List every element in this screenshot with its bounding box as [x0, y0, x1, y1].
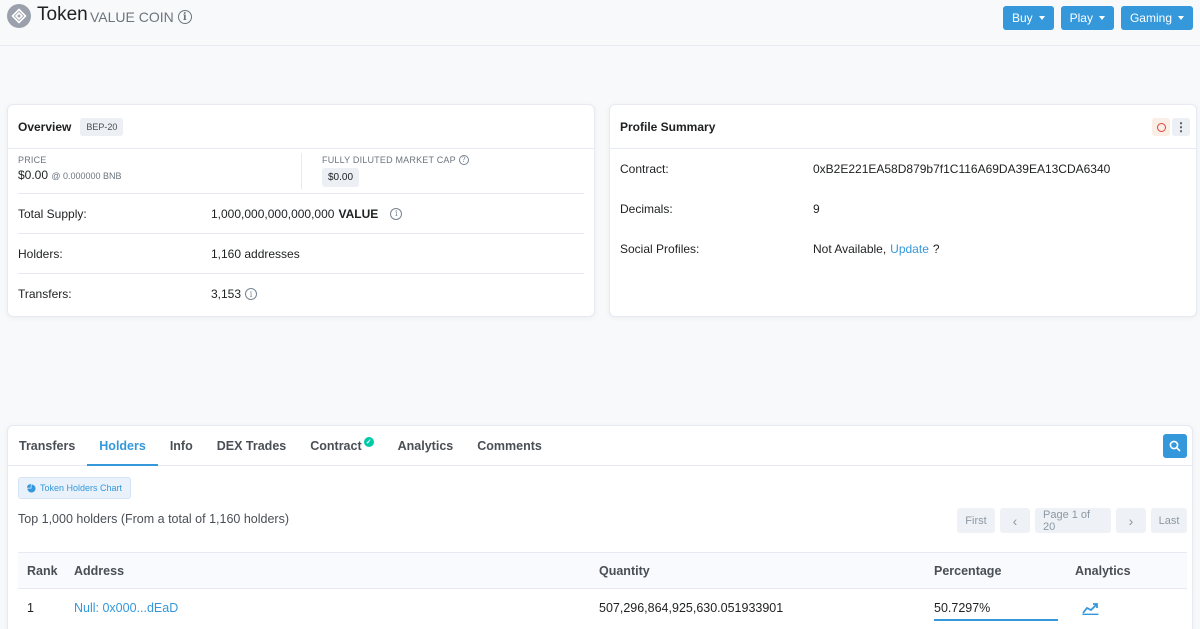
total-supply-row: Total Supply: 1,000,000,000,000,000 VALU…: [18, 194, 584, 234]
tab-bar: Transfers Holders Info DEX Trades Contra…: [8, 426, 1192, 466]
tab-holders[interactable]: Holders: [87, 426, 158, 466]
pagination: First ‹ Page 1 of 20 › Last: [957, 508, 1187, 533]
profile-summary-title: Profile Summary: [620, 119, 716, 134]
contract-address-link[interactable]: 0xB2E221EA58D879b7f1C116A69DA39EA13CDA63…: [813, 162, 1110, 176]
prev-page-button[interactable]: ‹: [1000, 508, 1030, 533]
gaming-label: Gaming: [1129, 11, 1172, 25]
status-button[interactable]: [1152, 118, 1170, 136]
holders-summary: Top 1,000 holders (From a total of 1,160…: [18, 512, 289, 526]
market-cap-label: FULLY DILUTED MARKET CAP: [322, 155, 456, 165]
price-label: PRICE: [18, 155, 47, 165]
buy-label: Buy: [1011, 11, 1033, 25]
question-icon[interactable]: ?: [458, 155, 469, 165]
last-page-button[interactable]: Last: [1151, 508, 1187, 533]
social-profiles-label: Social Profiles:: [620, 242, 700, 256]
tab-info[interactable]: Info: [158, 426, 205, 465]
tab-analytics[interactable]: Analytics: [386, 426, 466, 465]
price-block: PRICE $0.00 @ 0.000000 BNB: [18, 155, 122, 182]
percentage-bar: [934, 619, 1058, 621]
token-name: VALUE COIN i: [90, 9, 192, 25]
decimals-value: 9: [813, 202, 820, 216]
more-options-icon[interactable]: ⋮: [1172, 118, 1190, 136]
column-percentage: Percentage: [934, 563, 1002, 578]
info-icon[interactable]: i: [245, 288, 258, 300]
search-icon: [1169, 440, 1181, 452]
total-supply-label: Total Supply:: [18, 206, 87, 221]
total-supply-unit: VALUE: [338, 206, 379, 221]
token-standard-badge: BEP-20: [80, 117, 124, 136]
decimals-label: Decimals:: [620, 202, 673, 216]
update-link[interactable]: Update: [890, 242, 929, 256]
tab-comments[interactable]: Comments: [465, 426, 554, 465]
overview-card: Overview BEP-20 PRICE $0.00 @ 0.000000 B…: [7, 104, 595, 317]
tab-contract-label: Contract: [310, 438, 362, 453]
column-rank: Rank: [27, 563, 58, 578]
contract-label: Contract:: [620, 162, 669, 176]
social-profiles-value: Not Available,: [813, 242, 887, 256]
play-button[interactable]: Play: [1060, 6, 1114, 30]
page-indicator: Page 1 of 20: [1035, 508, 1111, 533]
percentage-cell: 50.7297%: [934, 601, 991, 615]
chevron-down-icon: [1098, 16, 1105, 20]
play-label: Play: [1069, 11, 1093, 25]
table-row: 1 Null: 0x000...dEaD 507,296,864,925,630…: [18, 589, 1187, 627]
info-icon[interactable]: i: [177, 10, 192, 24]
tab-transfers[interactable]: Transfers: [18, 426, 87, 465]
holders-card: Transfers Holders Info DEX Trades Contra…: [7, 425, 1193, 629]
info-icon[interactable]: i: [390, 207, 403, 220]
page-header: Token VALUE COIN i Buy Play Gaming: [0, 0, 1200, 46]
tab-contract[interactable]: Contract ✓: [298, 426, 385, 465]
holders-table-header: Rank Address Quantity Percentage Analyti…: [18, 552, 1187, 589]
gaming-button[interactable]: Gaming: [1120, 6, 1193, 30]
pie-chart-icon: [27, 483, 36, 493]
transfers-row: Transfers: 3,153 i: [18, 274, 584, 314]
social-profiles-row: Social Profiles: Not Available, Update ?: [620, 229, 1186, 269]
circle-icon: [1156, 122, 1166, 132]
profile-summary-card: Profile Summary ⋮ Contract: 0xB2E221EA58…: [609, 104, 1197, 317]
price-bnb: @ 0.000000 BNB: [51, 171, 122, 181]
token-holders-chart-button[interactable]: Token Holders Chart: [18, 477, 132, 499]
price-value: $0.00: [18, 168, 49, 182]
chevron-down-icon: [1178, 16, 1184, 20]
token-holders-chart-label: Token Holders Chart: [40, 483, 123, 493]
overview-title: Overview: [18, 119, 72, 134]
profile-summary-header: Profile Summary ⋮: [610, 105, 1196, 149]
holder-address-link[interactable]: Null: 0x000...dEaD: [74, 589, 178, 627]
token-logo-icon: [7, 4, 31, 28]
column-quantity: Quantity: [599, 563, 650, 578]
column-address: Address: [74, 563, 125, 578]
transfers-value: 3,153: [211, 287, 242, 301]
market-cap-value: $0.00: [322, 168, 360, 187]
market-cap-block: FULLY DILUTED MARKET CAP ? $0.00: [322, 155, 469, 187]
tab-dex-trades[interactable]: DEX Trades: [205, 426, 298, 465]
buy-button[interactable]: Buy: [1002, 6, 1054, 30]
search-button[interactable]: [1163, 434, 1187, 458]
overview-header: Overview BEP-20: [8, 105, 594, 149]
divider: [301, 153, 302, 189]
chevron-down-icon: [1038, 16, 1045, 20]
rank-cell: 1: [27, 601, 34, 615]
verified-check-icon: ✓: [363, 436, 374, 447]
next-page-button[interactable]: ›: [1116, 508, 1146, 533]
token-name-label: VALUE COIN: [90, 9, 174, 25]
decimals-row: Decimals: 9: [620, 189, 1186, 229]
holders-label: Holders:: [18, 246, 63, 261]
column-analytics: Analytics: [1075, 563, 1131, 578]
quantity-cell: 507,296,864,925,630.051933901: [599, 601, 784, 615]
help-mark: ?: [932, 242, 940, 256]
transfers-label: Transfers:: [18, 287, 72, 301]
contract-row: Contract: 0xB2E221EA58D879b7f1C116A69DA3…: [620, 149, 1186, 189]
first-page-button[interactable]: First: [957, 508, 995, 533]
price-row: PRICE $0.00 @ 0.000000 BNB FULLY DILUTED…: [18, 149, 584, 194]
analytics-chart-icon[interactable]: [1082, 589, 1099, 627]
total-supply-value: 1,000,000,000,000,000: [211, 206, 335, 221]
holders-value: 1,160 addresses: [211, 246, 300, 261]
page-title: Token: [37, 4, 88, 25]
holders-row: Holders: 1,160 addresses: [18, 234, 584, 274]
